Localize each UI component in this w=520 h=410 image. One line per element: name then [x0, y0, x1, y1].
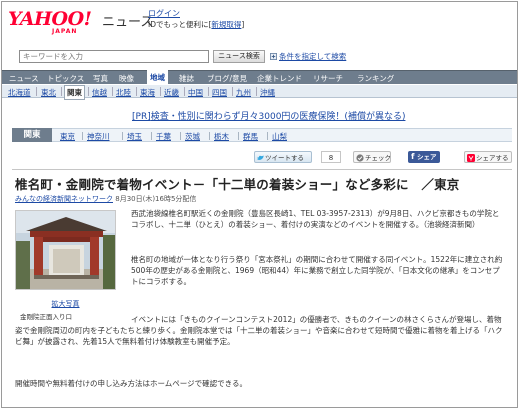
- prefecture-bar: 関東 東京 神奈川 埼玉 千葉 茨城 栃木 群馬 山梨: [12, 128, 512, 142]
- pref-tochigi[interactable]: 栃木: [214, 131, 229, 142]
- login-subtext: IDでもっと便利に[新規取得]: [148, 19, 244, 30]
- tweet-button[interactable]: ツイートする: [254, 151, 312, 163]
- divider: [12, 169, 512, 170]
- article-paragraph-1: 西武池袋線椎名町駅近くの金剛院（豊島区長崎1、TEL 03-3957-2313）…: [131, 209, 500, 229]
- article-timestamp: 8月30日(木)16時5分配信: [115, 195, 197, 203]
- separator: [238, 132, 239, 140]
- nav-tab-topics[interactable]: トピックス: [47, 73, 84, 84]
- enlarge-photo-link[interactable]: 拡大写真: [15, 299, 116, 309]
- nav-tab-video[interactable]: 映像: [119, 73, 134, 84]
- page-frame: YAHOO! JAPAN ニュース ログイン IDでもっと便利に[新規取得] ニ…: [1, 1, 518, 408]
- region-kanto[interactable]: 関東: [64, 85, 85, 100]
- region-hokuriku[interactable]: 北陸: [116, 87, 131, 98]
- separator: [88, 87, 89, 96]
- search-input[interactable]: [19, 50, 209, 63]
- region-hokkaido[interactable]: 北海道: [8, 87, 31, 98]
- region-okinawa[interactable]: 沖縄: [260, 87, 275, 98]
- region-label: 関東: [12, 128, 52, 142]
- region-kyushu[interactable]: 九州: [236, 87, 251, 98]
- separator: [82, 132, 83, 140]
- login-sub-text: IDでもっと便利に[: [148, 20, 212, 29]
- nav-tab-magazine[interactable]: 雑誌: [179, 73, 194, 84]
- nav-tab-news[interactable]: ニュース: [9, 73, 39, 84]
- nav-tab-research[interactable]: リサーチ: [313, 73, 343, 84]
- article-title: 椎名町・金剛院で着物イベント－「十二単の着装ショー」など多彩に ／東京: [15, 177, 460, 192]
- separator: [122, 132, 123, 140]
- facebook-share-label: シェア: [417, 153, 437, 161]
- separator: [256, 87, 257, 96]
- facebook-icon: f: [411, 152, 415, 161]
- separator: [151, 132, 152, 140]
- region-nav: 北海道 東北 関東 信越 北陸 東海 近畿 中国 四国 九州 沖縄: [2, 85, 517, 100]
- header: YAHOO! JAPAN ニュース ログイン IDでもっと便利に[新規取得] ニ…: [2, 2, 517, 64]
- separator: [184, 87, 185, 96]
- advanced-search-link[interactable]: 条件を指定して検索: [270, 51, 346, 62]
- news-search-button[interactable]: ニュース検索: [213, 50, 265, 63]
- nav-tab-photo[interactable]: 写真: [93, 73, 108, 84]
- advanced-search-label: 条件を指定して検索: [279, 52, 347, 61]
- register-link[interactable]: 新規取得: [211, 20, 241, 29]
- article-byline: みんなの経済新聞ネットワーク 8月30日(木)16時5分配信: [15, 194, 196, 204]
- region-tohoku[interactable]: 東北: [41, 87, 56, 98]
- separator: [267, 132, 268, 140]
- site-name[interactable]: ニュース: [102, 11, 153, 30]
- check-icon: [356, 154, 364, 162]
- nav-tab-local[interactable]: 地域: [147, 70, 168, 85]
- logo-japan: JAPAN: [52, 28, 78, 35]
- pref-gunma[interactable]: 群馬: [243, 131, 258, 142]
- separator: [61, 87, 62, 96]
- separator: [36, 87, 37, 96]
- tweet-label: ツイートする: [265, 154, 304, 162]
- temple-gate-image: [16, 211, 115, 289]
- region-tokai[interactable]: 東海: [140, 87, 155, 98]
- article-photo[interactable]: [15, 210, 116, 290]
- pr-ad-link[interactable]: [PR]検査・性別に関わらず月々3000円の医療保険！(補償が異なる): [132, 109, 405, 122]
- pref-chiba[interactable]: 千葉: [156, 131, 171, 142]
- pref-tokyo[interactable]: 東京: [60, 131, 75, 142]
- separator: [136, 87, 137, 96]
- separator: [209, 132, 210, 140]
- article-paragraph-3: イベントには「きものクイーンコンテスト2012」の優勝者で、きものクイーンの林さ…: [15, 315, 503, 346]
- separator: [160, 87, 161, 96]
- login-sub-end: ]: [241, 20, 245, 29]
- share-label: シェアする: [476, 154, 509, 162]
- pref-ibaraki[interactable]: 茨城: [185, 131, 200, 142]
- twitter-bird-icon: [257, 155, 264, 160]
- yahoo-logo[interactable]: YAHOO! JAPAN: [8, 8, 100, 35]
- region-chugoku[interactable]: 中国: [188, 87, 203, 98]
- region-kinki[interactable]: 近畿: [164, 87, 179, 98]
- pref-kanagawa[interactable]: 神奈川: [87, 131, 110, 142]
- tweet-count: 8: [321, 151, 341, 163]
- primary-nav: ニュース トピックス 写真 映像 地域 雑誌 ブログ/意見 企業トレンド リサー…: [2, 70, 517, 85]
- region-shinetsu[interactable]: 信越: [92, 87, 107, 98]
- nav-tab-corporate[interactable]: 企業トレンド: [257, 73, 302, 84]
- nav-tab-blog[interactable]: ブログ/意見: [207, 73, 247, 84]
- pref-saitama[interactable]: 埼玉: [127, 131, 142, 142]
- search-conditions-icon: [270, 53, 277, 60]
- pref-yamanashi[interactable]: 山梨: [272, 131, 287, 142]
- pr-tag: [PR]: [132, 112, 151, 122]
- separator: [112, 87, 113, 96]
- article-paragraph-2: 椎名町の地域が一体となり行う祭り「宮本祭礼」の期間に合わせて開催する同イベント。…: [131, 255, 503, 286]
- facebook-share-button[interactable]: f シェア: [408, 151, 440, 163]
- separator: [180, 132, 181, 140]
- pr-text: 検査・性別に関わらず月々3000円の医療保険！(補償が異なる): [150, 112, 406, 122]
- article-paragraph-4: 開催時間や無料着付けの申し込み方法はホームページで確認できる。: [15, 379, 247, 388]
- share-button[interactable]: シェアする: [464, 151, 512, 163]
- logo-wordmark: YAHOO!: [8, 8, 92, 30]
- login-link[interactable]: ログイン: [148, 8, 180, 19]
- check-label: チェック: [365, 154, 391, 162]
- source-link[interactable]: みんなの経済新聞ネットワーク: [15, 195, 113, 203]
- share-icon: [467, 154, 475, 162]
- separator: [208, 87, 209, 96]
- separator: [232, 87, 233, 96]
- region-shikoku[interactable]: 四国: [212, 87, 227, 98]
- mixi-check-button[interactable]: チェック: [353, 151, 391, 163]
- nav-tab-ranking[interactable]: ランキング: [357, 73, 394, 84]
